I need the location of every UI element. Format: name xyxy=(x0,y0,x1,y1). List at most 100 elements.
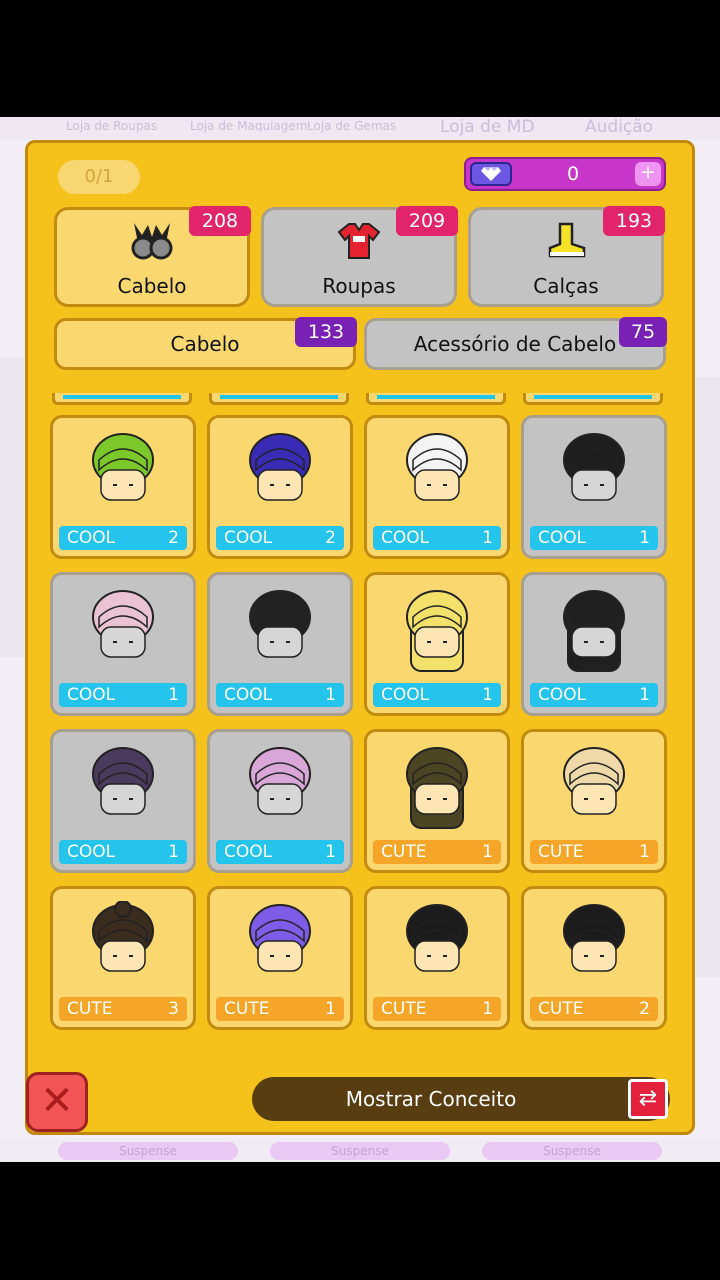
hair-item-card[interactable]: COOL 2 xyxy=(207,415,353,559)
hairstyle-preview-icon xyxy=(92,590,154,658)
item-quantity: 1 xyxy=(325,685,336,705)
hairstyle-preview-icon xyxy=(563,433,625,501)
previous-row-card[interactable] xyxy=(366,393,506,405)
item-quantity: 1 xyxy=(482,528,493,548)
background-pill: Suspense xyxy=(270,1142,450,1160)
hairstyle-preview-icon xyxy=(249,904,311,972)
item-quantity: 1 xyxy=(639,685,650,705)
hairstyle-preview-icon xyxy=(92,901,154,972)
style-tag: CUTE 1 xyxy=(530,840,658,864)
item-quantity: 1 xyxy=(482,842,493,862)
style-tag: CUTE 1 xyxy=(216,997,344,1021)
hairstyle-preview-icon xyxy=(249,747,311,815)
previous-row-card[interactable] xyxy=(523,393,663,405)
style-tag: CUTE 2 xyxy=(530,997,658,1021)
item-quantity: 3 xyxy=(168,999,179,1019)
hairstyle-preview-icon xyxy=(406,433,468,501)
item-quantity: 1 xyxy=(482,999,493,1019)
tab-roupas[interactable]: Roupas 209 xyxy=(261,206,458,307)
style-tag-label: CUTE xyxy=(381,842,427,862)
hairstyle-preview-icon xyxy=(406,590,468,672)
show-concept-button[interactable]: Mostrar Conceito ⇄ xyxy=(252,1077,670,1121)
background-tab-md: Loja de MD xyxy=(440,117,535,137)
hair-item-card[interactable]: COOL 1 xyxy=(50,572,196,716)
style-tag: CUTE 1 xyxy=(373,840,501,864)
previous-row-card[interactable] xyxy=(52,393,192,405)
hair-item-card[interactable]: COOL 1 xyxy=(364,572,510,716)
add-gems-button[interactable]: + xyxy=(635,162,661,186)
hair-item-card[interactable]: CUTE 1 xyxy=(207,886,353,1030)
hair-item-card[interactable]: CUTE 2 xyxy=(521,886,667,1030)
hair-item-card[interactable]: COOL 1 xyxy=(364,415,510,559)
hair-item-card[interactable]: CUTE 3 xyxy=(50,886,196,1030)
hairstyle-preview-icon xyxy=(92,433,154,501)
hairstyle-preview-icon xyxy=(563,590,625,672)
style-tag: CUTE 1 xyxy=(373,997,501,1021)
item-quantity: 1 xyxy=(168,685,179,705)
hair-item-card[interactable]: COOL 1 xyxy=(207,572,353,716)
hairstyle-preview-icon xyxy=(406,747,468,829)
item-quantity: 2 xyxy=(639,999,650,1019)
hairstyle-preview-icon xyxy=(563,747,625,815)
style-tag-label: COOL xyxy=(67,528,116,548)
tab-calcas-label: Calças xyxy=(533,274,599,298)
previous-row-card[interactable] xyxy=(209,393,349,405)
style-tag-label: COOL xyxy=(224,685,273,705)
hair-item-card[interactable]: COOL 1 xyxy=(207,729,353,873)
style-tag-label: COOL xyxy=(381,685,430,705)
item-quantity: 1 xyxy=(168,842,179,862)
hair-items-grid[interactable]: COOL 2 COOL 2 COOL 1 COOL 1 COOL 1 COOL 1 COOL 1 COOL 1… xyxy=(45,393,673,1045)
shirt-icon xyxy=(335,220,383,262)
style-tag-label: CUTE xyxy=(538,999,584,1019)
tab-roupas-count: 209 xyxy=(396,206,458,236)
item-quantity: 1 xyxy=(482,685,493,705)
style-tag-label: COOL xyxy=(224,528,273,548)
item-quantity: 1 xyxy=(639,842,650,862)
background-tab-roupas: Loja de Roupas xyxy=(66,119,158,133)
item-quantity: 2 xyxy=(325,528,336,548)
hair-item-card[interactable]: CUTE 1 xyxy=(364,886,510,1030)
hair-item-card[interactable]: COOL 2 xyxy=(50,415,196,559)
style-tag: COOL 1 xyxy=(59,840,187,864)
hairstyle-preview-icon xyxy=(406,904,468,972)
style-tag-label: COOL xyxy=(67,842,116,862)
background-decoration xyxy=(696,377,720,977)
swap-icon: ⇄ xyxy=(628,1079,668,1119)
subtab-cabelo-count: 133 xyxy=(295,317,357,347)
hairstyle-preview-icon xyxy=(92,747,154,815)
gem-icon xyxy=(470,162,512,186)
hair-item-card[interactable]: CUTE 1 xyxy=(364,729,510,873)
tab-cabelo-label: Cabelo xyxy=(117,274,187,298)
gem-balance: 0 + xyxy=(464,157,666,191)
style-tag-label: CUTE xyxy=(67,999,113,1019)
style-tag-label: COOL xyxy=(538,528,587,548)
style-tag-label: COOL xyxy=(538,685,587,705)
style-tag: COOL 1 xyxy=(530,683,658,707)
background-pill: Suspense xyxy=(482,1142,662,1160)
style-tag: COOL 1 xyxy=(216,683,344,707)
hair-item-card[interactable]: CUTE 1 xyxy=(521,729,667,873)
tab-cabelo[interactable]: Cabelo 208 xyxy=(54,206,251,307)
close-button[interactable]: ✕ xyxy=(26,1072,88,1132)
background-tab-audicao: Audição xyxy=(585,117,654,137)
hair-item-card[interactable]: COOL 1 xyxy=(521,415,667,559)
hair-item-card[interactable]: COOL 1 xyxy=(521,572,667,716)
tab-cabelo-count: 208 xyxy=(189,206,251,236)
gem-count: 0 xyxy=(566,163,580,185)
style-tag-label: CUTE xyxy=(224,999,270,1019)
style-tag-label: COOL xyxy=(381,528,430,548)
item-quantity: 1 xyxy=(325,999,336,1019)
tab-calcas[interactable]: Calças 193 xyxy=(468,206,665,307)
style-tag: COOL 1 xyxy=(59,683,187,707)
hair-item-card[interactable]: COOL 1 xyxy=(50,729,196,873)
item-quantity: 2 xyxy=(168,528,179,548)
subtab-acessorio-de-cabelo[interactable]: Acessório de Cabelo 75 xyxy=(364,317,667,370)
shoe-icon xyxy=(542,220,590,262)
subtab-cabelo[interactable]: Cabelo 133 xyxy=(54,317,357,370)
style-tag-label: CUTE xyxy=(538,842,584,862)
item-quantity: 1 xyxy=(325,842,336,862)
background-decoration xyxy=(0,357,24,657)
style-tag-label: COOL xyxy=(67,685,116,705)
background-pill: Suspense xyxy=(58,1142,238,1160)
background-tab-maquiagem: Loja de Maquiagem xyxy=(190,119,308,133)
